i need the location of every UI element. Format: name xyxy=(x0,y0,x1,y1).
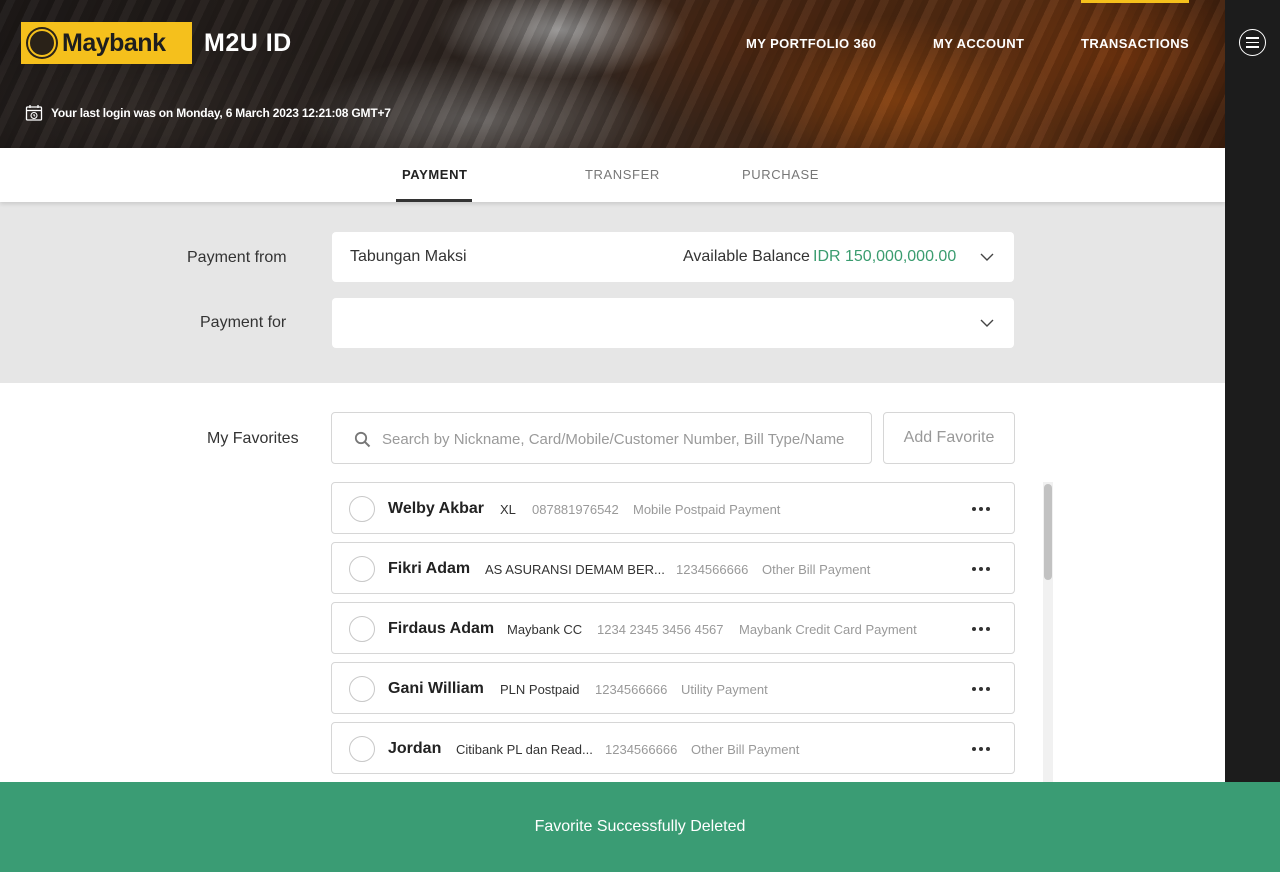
favorites-search[interactable] xyxy=(331,412,872,464)
search-icon xyxy=(354,431,371,448)
payment-from-select[interactable]: Tabungan Maksi Available Balance IDR 150… xyxy=(332,232,1014,282)
favorite-name: Fikri Adam xyxy=(388,560,471,577)
more-options-icon[interactable] xyxy=(972,567,990,571)
favorite-biller: AS ASURANSI DEMAM BER... xyxy=(485,562,665,577)
favorite-name: Jordan xyxy=(388,740,442,757)
add-favorite-button[interactable]: Add Favorite xyxy=(883,412,1015,464)
available-balance-label: Available Balance xyxy=(683,248,810,265)
last-login-info: Your last login was on Monday, 6 March 2… xyxy=(25,104,391,122)
favorite-radio[interactable] xyxy=(349,496,375,522)
nav-my-portfolio-360[interactable]: MY PORTFOLIO 360 xyxy=(746,36,876,51)
payment-from-account: Tabungan Maksi xyxy=(350,248,467,265)
payment-for-label: Payment for xyxy=(200,314,287,331)
chevron-down-icon xyxy=(980,253,994,261)
favorite-name: Gani William xyxy=(388,680,484,697)
payment-for-select[interactable] xyxy=(332,298,1014,348)
favorite-number: 1234566666 xyxy=(676,562,749,577)
more-options-icon[interactable] xyxy=(972,507,990,511)
favorites-search-input[interactable] xyxy=(382,427,862,451)
tab-payment[interactable]: PAYMENT xyxy=(402,167,468,182)
active-tab-indicator xyxy=(396,199,472,202)
favorite-number: 1234566666 xyxy=(595,682,668,697)
favorite-biller: Maybank CC xyxy=(507,622,583,637)
logo-text: Maybank xyxy=(62,28,166,57)
favorite-radio[interactable] xyxy=(349,616,375,642)
active-nav-indicator xyxy=(1081,0,1189,3)
favorite-name: Firdaus Adam xyxy=(388,620,495,637)
more-options-icon[interactable] xyxy=(972,627,990,631)
favorite-number: 087881976542 xyxy=(532,502,619,517)
favorite-type: Mobile Postpaid Payment xyxy=(633,502,781,517)
side-menu-rail xyxy=(1225,0,1280,782)
more-options-icon[interactable] xyxy=(972,747,990,751)
favorite-number: 1234566666 xyxy=(605,742,678,757)
favorite-type: Maybank Credit Card Payment xyxy=(739,622,917,637)
payment-from-label: Payment from xyxy=(187,249,287,266)
favorite-row[interactable]: Welby Akbar XL 087881976542 Mobile Postp… xyxy=(331,482,1015,534)
favorite-radio[interactable] xyxy=(349,676,375,702)
favorite-biller: XL xyxy=(500,502,516,517)
app-title: M2U ID xyxy=(204,29,292,57)
favorite-row[interactable]: Firdaus Adam Maybank CC 1234 2345 3456 4… xyxy=(331,602,1015,654)
more-options-icon[interactable] xyxy=(972,687,990,691)
toast-message: Favorite Successfully Deleted xyxy=(534,818,746,835)
calendar-clock-icon xyxy=(25,105,43,121)
nav-transactions[interactable]: TRANSACTIONS xyxy=(1081,36,1189,51)
tiger-emblem-icon xyxy=(26,27,58,59)
available-balance-value: IDR 150,000,000.00 xyxy=(813,248,957,265)
favorites-scrollbar-thumb[interactable] xyxy=(1044,484,1052,580)
favorite-type: Utility Payment xyxy=(681,682,768,697)
tab-transfer[interactable]: TRANSFER xyxy=(585,167,660,182)
my-favorites-label: My Favorites xyxy=(207,430,299,447)
favorite-row[interactable]: Fikri Adam AS ASURANSI DEMAM BER... 1234… xyxy=(331,542,1015,594)
favorite-type: Other Bill Payment xyxy=(691,742,800,757)
hamburger-menu-icon[interactable] xyxy=(1239,29,1266,56)
transaction-tabs: PAYMENT TRANSFER PURCHASE xyxy=(0,148,1225,202)
maybank-logo[interactable]: Maybank xyxy=(21,22,192,64)
favorite-radio[interactable] xyxy=(349,556,375,582)
payment-form-panel: Payment from Tabungan Maksi Available Ba… xyxy=(0,202,1225,383)
success-toast: Favorite Successfully Deleted xyxy=(0,782,1280,872)
favorite-row[interactable]: Gani William PLN Postpaid 1234566666 Uti… xyxy=(331,662,1015,714)
tab-purchase[interactable]: PURCHASE xyxy=(742,167,819,182)
favorite-row[interactable]: Jordan Citibank PL dan Read... 123456666… xyxy=(331,722,1015,774)
chevron-down-icon xyxy=(980,319,994,327)
favorite-biller: PLN Postpaid xyxy=(500,682,580,697)
last-login-text: Your last login was on Monday, 6 March 2… xyxy=(51,106,391,120)
favorite-biller: Citibank PL dan Read... xyxy=(456,742,593,757)
favorite-number: 1234 2345 3456 4567 xyxy=(597,622,724,637)
favorite-type: Other Bill Payment xyxy=(762,562,871,577)
nav-my-account[interactable]: MY ACCOUNT xyxy=(933,36,1024,51)
favorite-name: Welby Akbar xyxy=(388,500,485,517)
favorite-radio[interactable] xyxy=(349,736,375,762)
